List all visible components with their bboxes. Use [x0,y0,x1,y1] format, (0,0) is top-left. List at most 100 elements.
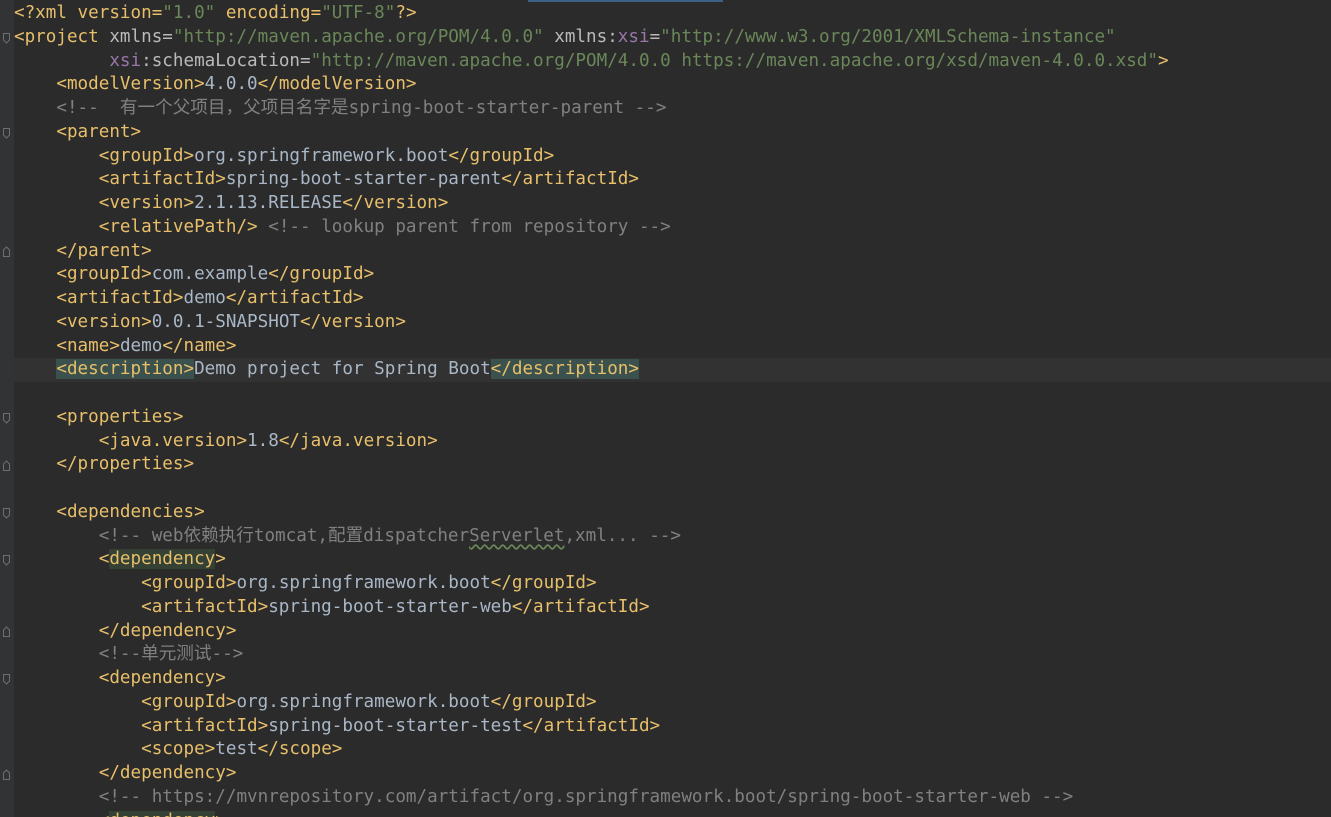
tag-text: spring-boot-starter-web [268,596,512,617]
tag-text: com.example [151,264,269,285]
tag-name: </name> [162,335,237,356]
code-line[interactable]: <dependency> [14,548,1331,572]
code-line[interactable]: <groupId>org.springframework.boot</group… [14,572,1331,596]
code-line[interactable]: <artifactId>spring-boot-starter-test</ar… [14,715,1331,739]
code-line[interactable]: <modelVersion>4.0.0</modelVersion> [14,73,1331,97]
code-line[interactable]: <artifactId>spring-boot-starter-web</art… [14,596,1331,620]
tag-name: </artifactId> [522,715,661,736]
tag-name: <artifactId> [98,169,226,190]
fold-open-icon[interactable] [3,128,10,139]
code-line[interactable]: </dependency> [14,762,1331,786]
attr-value: "http://www.w3.org/2001/XMLSchema-instan… [660,26,1116,47]
fold-open-icon[interactable] [3,508,10,519]
tag-text: org.springframework.boot [236,691,491,712]
code-line[interactable] [14,477,1331,501]
tag-name: </artifactId> [501,169,639,190]
code-line[interactable]: </parent> [14,240,1331,264]
fold-close-icon[interactable] [3,769,10,780]
tag-name: </groupId> [490,691,597,712]
tag-name: </scope> [257,739,343,760]
code-line[interactable]: xsi:schemaLocation="http://maven.apache.… [14,50,1331,74]
code-line[interactable]: <groupId>com.example</groupId> [14,263,1331,287]
tag-bracket: < [99,811,110,817]
code-line-current[interactable]: <description>Demo project for Spring Boo… [14,358,1331,382]
tag-name: <groupId> [141,573,237,593]
code-line[interactable]: <groupId>org.springframework.boot</group… [14,691,1331,715]
code-line[interactable]: <parent> [14,121,1331,145]
fold-close-icon[interactable] [3,626,10,637]
fold-open-icon[interactable] [3,674,10,685]
code-line[interactable]: <artifactId>demo</artifactId> [14,287,1331,311]
fold-open-icon[interactable] [3,33,10,44]
code-line[interactable]: </properties> [14,453,1331,477]
tag-name-matched: <description> [56,359,195,380]
namespace-prefix: xsi [109,50,142,71]
code-line[interactable]: <artifactId>spring-boot-starter-parent</… [14,168,1331,192]
tag-bracket: > [215,811,226,817]
code-line[interactable]: <dependency> [14,667,1331,691]
tag-name-matched: </description> [490,359,639,380]
tag-name: <groupId> [56,264,152,285]
tag-text: 1.8 [247,430,279,451]
code-line[interactable]: <dependencies> [14,501,1331,525]
fold-open-icon[interactable] [3,413,10,424]
code-line[interactable]: </dependency> [14,620,1331,644]
code-line[interactable]: <dependency> [14,810,1331,817]
tag-text: 2.1.13.RELEASE [194,193,343,213]
tag-name: <dependency> [98,668,226,688]
tag-text: org.springframework.boot [194,145,449,166]
attr-value: "1.0" [162,3,216,23]
code-line[interactable]: <?xml version="1.0" encoding="UTF-8"?> [14,2,1331,26]
code-line[interactable]: <!-- 有一个父项目，父项目名字是spring-boot-starter-pa… [14,97,1331,121]
tag-name: </parent> [56,240,152,261]
code-line[interactable]: <version>0.0.1-SNAPSHOT</version> [14,311,1331,335]
code-line[interactable]: <properties> [14,406,1331,430]
code-line[interactable]: <project xmlns="http://maven.apache.org/… [14,26,1331,50]
code-line[interactable]: <name>demo</name> [14,335,1331,359]
tag-name: </properties> [56,454,195,475]
tag-name: <relativePath/> [98,216,258,237]
attr-value: "UTF-8" [321,3,396,23]
code-line[interactable]: <!--单元测试--> [14,643,1331,667]
code-line[interactable]: <!-- https://mvnrepository.com/artifact/… [14,786,1331,810]
tag-name: <groupId> [141,691,237,712]
tag-text: 4.0.0 [204,74,258,95]
xml-declaration: <?xml version= [14,3,163,23]
editor-gutter [0,0,14,817]
tag-name: </dependency> [98,763,237,783]
code-line[interactable]: <groupId>org.springframework.boot</group… [14,145,1331,169]
tag-name: <artifactId> [141,596,269,617]
attr-name: xmlns= [109,26,173,47]
tag-name: </modelVersion> [257,74,417,95]
tag-bracket: > [215,549,226,570]
fold-close-icon[interactable] [3,460,10,471]
tag-text: spring-boot-starter-test [268,715,523,736]
namespace-prefix: xsi [617,26,650,47]
code-area[interactable]: <?xml version="1.0" encoding="UTF-8"?> <… [14,2,1331,817]
tag-text: test [215,739,258,760]
tag-name: </artifactId> [511,596,650,617]
code-line[interactable]: <version>2.1.13.RELEASE</version> [14,192,1331,216]
tag-name-highlighted: dependency [109,549,216,570]
code-line[interactable]: <relativePath/> <!-- lookup parent from … [14,216,1331,240]
code-editor[interactable]: <?xml version="1.0" encoding="UTF-8"?> <… [0,0,1331,817]
code-line[interactable]: <!-- web依赖执行tomcat,配置dispatcherServerlet… [14,525,1331,549]
tag-name: </version> [342,193,449,213]
code-line[interactable]: <java.version>1.8</java.version> [14,430,1331,454]
code-line[interactable]: <scope>test</scope> [14,738,1331,762]
spelling-warning[interactable]: Serverlet [469,526,564,546]
code-line[interactable] [14,382,1331,406]
fold-close-icon[interactable] [3,246,10,257]
fold-open-icon[interactable] [3,555,10,566]
